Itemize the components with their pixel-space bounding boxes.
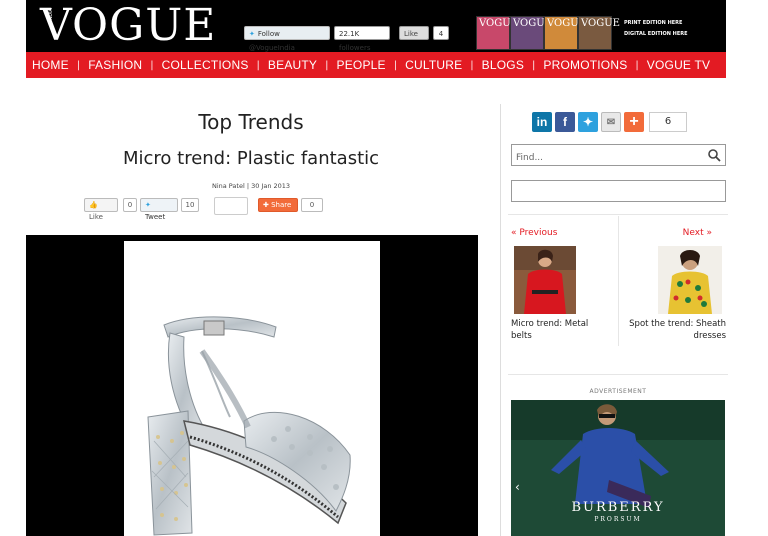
twitter-follow-button[interactable]: ✦ Follow @VogueIndia (244, 26, 330, 52)
digital-edition-link[interactable]: DIGITAL EDITION HERE (624, 31, 688, 37)
next-article-title[interactable]: Spot the trend: Sheath dresses (626, 318, 726, 342)
facebook-like-button[interactable]: Like (399, 26, 429, 40)
hero-image (26, 235, 478, 536)
sheath-dress-image (658, 246, 722, 314)
cover-2[interactable]: VOGUE (510, 16, 552, 50)
share-total-count: 6 (649, 112, 687, 132)
nav-separator: | (393, 59, 398, 71)
nav-separator: | (635, 59, 639, 71)
sidebar-share-bar: in f ✦ ✉ + 6 (532, 112, 687, 134)
twitter-icon[interactable]: ✦ (578, 112, 598, 132)
advertisement-banner[interactable]: ‹ BURBERRY PRORSUM (511, 400, 725, 536)
nav-separator: | (470, 59, 474, 71)
nav-culture[interactable]: CULTURE (405, 58, 462, 72)
hero-photo (124, 241, 380, 536)
share-count: 0 (301, 198, 323, 212)
share-label: Share (271, 201, 292, 209)
plusone-button[interactable] (214, 197, 248, 215)
divider (508, 374, 728, 375)
facebook-icon[interactable]: f (555, 112, 575, 132)
nav-separator: | (325, 59, 329, 71)
cover-4[interactable]: VOGUE (578, 16, 620, 50)
nav-promotions[interactable]: PROMOTIONS (543, 58, 627, 72)
tweet-button[interactable]: ✦ Tweet (140, 198, 178, 221)
print-edition-link[interactable]: PRINT EDITION HERE (624, 20, 682, 26)
plastic-sandal-image (147, 316, 351, 536)
twitter-icon: ✦ (145, 201, 151, 209)
previous-article-thumbnail[interactable] (514, 246, 576, 314)
like-count: 0 (123, 198, 137, 212)
followers-count: 22.1K followers (334, 26, 390, 52)
ad-brand: BURBERRY (571, 500, 665, 515)
byline: Nina Patel | 30 Jan 2013 (211, 182, 291, 190)
logo-sub: INDIA (47, 8, 54, 22)
ad-subbrand: PRORSUM (594, 516, 642, 523)
search-input[interactable] (512, 148, 702, 168)
section-title: Top Trends (198, 110, 304, 134)
plus-icon[interactable]: + (624, 112, 644, 132)
article-main: Top Trends Micro trend: Plastic fantasti… (26, 78, 502, 536)
cover-1[interactable]: VOGUE (476, 16, 518, 50)
nav-collections[interactable]: COLLECTIONS (162, 58, 249, 72)
next-link[interactable]: Next » (683, 228, 712, 238)
divider (618, 216, 619, 346)
share-button[interactable]: ✚ Share (258, 198, 298, 212)
advertisement-label: ADVERTISEMENT (589, 388, 647, 395)
divider (508, 214, 728, 215)
sidebar: in f ✦ ✉ + 6 « Previous Next » (508, 104, 728, 536)
like-button[interactable]: 👍 Like (84, 198, 118, 221)
cover-title-4: VOGUE (581, 18, 620, 29)
nav-separator: | (256, 59, 260, 71)
tweet-label: Tweet (145, 213, 166, 221)
previous-article-title[interactable]: Micro trend: Metal belts (511, 318, 611, 342)
nav-blogs[interactable]: BLOGS (482, 58, 524, 72)
next-article-thumbnail[interactable] (658, 246, 722, 314)
nav-people[interactable]: PEOPLE (337, 58, 386, 72)
nav-home[interactable]: HOME (32, 58, 69, 72)
cover-3[interactable]: VOGUE (544, 16, 586, 50)
vogue-logo[interactable]: VOGUE (40, 2, 216, 50)
linkedin-icon[interactable]: in (532, 112, 552, 132)
search-icon[interactable] (707, 148, 721, 162)
nav-separator: | (76, 59, 81, 71)
twitter-follow-label: Follow @VogueIndia (249, 30, 295, 52)
twitter-icon: ✦ (249, 30, 255, 38)
nav-beauty[interactable]: BEAUTY (268, 58, 317, 72)
like-count: 4 (433, 26, 449, 40)
nav-separator: | (150, 59, 154, 71)
empty-widget-box[interactable] (511, 180, 726, 202)
tweet-count: 10 (181, 198, 199, 212)
nav-fashion[interactable]: FASHION (88, 58, 142, 72)
article-share-bar: 👍 Like 0 ✦ Tweet 10 ✚ Share 0 (82, 197, 382, 221)
red-dress-image (514, 246, 576, 314)
column-divider (500, 104, 501, 536)
magazine-covers[interactable]: VOGUE VOGUE VOGUE VOGUE (476, 16, 620, 50)
nav-vogue-tv[interactable]: VOGUE TV (647, 58, 710, 72)
site-header: VOGUE INDIA ✦ Follow @VogueIndia 22.1K fo… (26, 0, 726, 52)
chevron-left-icon[interactable]: ‹ (515, 480, 520, 494)
mail-icon[interactable]: ✉ (601, 112, 621, 132)
search-box (511, 144, 726, 168)
main-nav: HOME | FASHION | COLLECTIONS | BEAUTY | PEOP… (26, 52, 726, 78)
article-title: Micro trend: Plastic fantastic (122, 148, 380, 169)
nav-separator: | (532, 59, 536, 71)
like-label: Like (89, 213, 103, 221)
previous-link[interactable]: « Previous (511, 228, 557, 238)
